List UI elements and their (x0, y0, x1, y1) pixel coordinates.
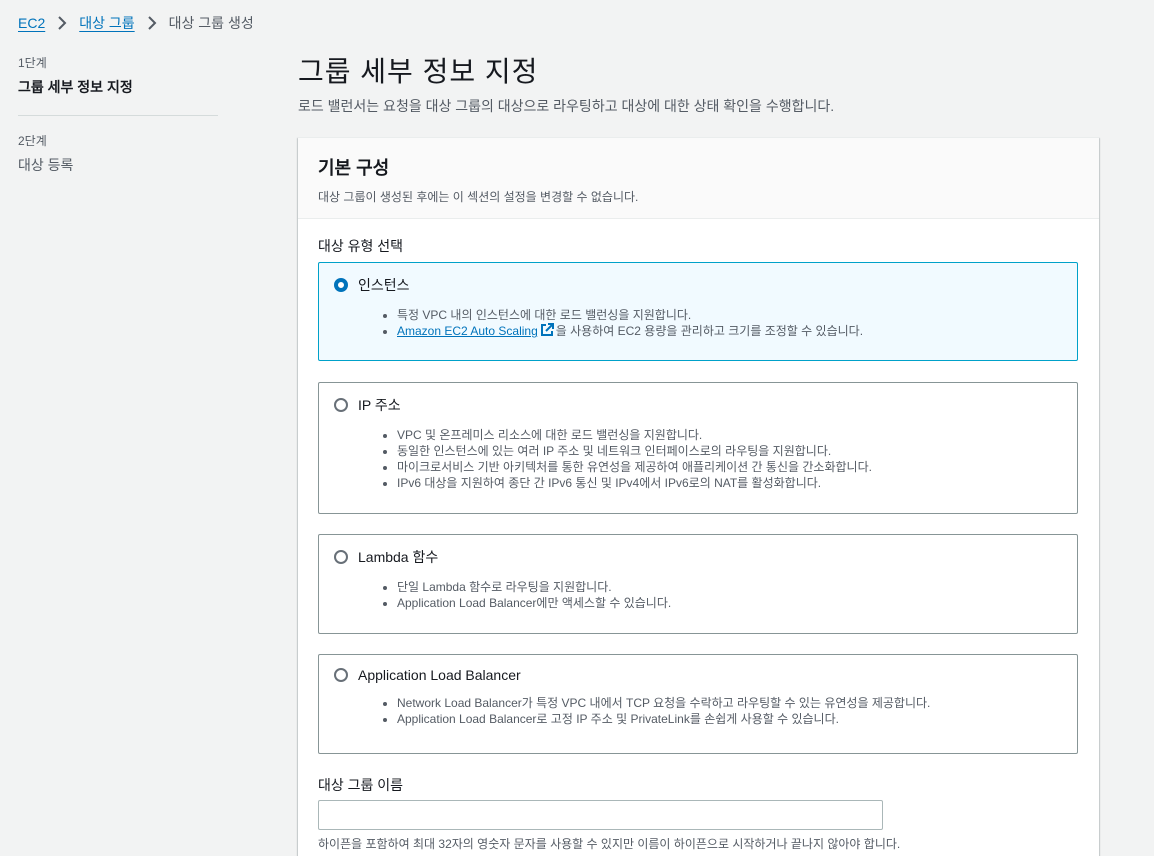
page-title: 그룹 세부 정보 지정 (298, 56, 539, 87)
panel-subtitle: 대상 그룹이 생성된 후에는 이 섹션의 설정을 변경할 수 없습니다. (318, 190, 639, 204)
panel-title: 기본 구성 (318, 158, 390, 178)
option-bullets: 특정 VPC 내의 인스턴스에 대한 로드 밸런싱을 지원합니다. Amazon… (397, 307, 1077, 341)
list-item: 마이크로서비스 기반 아키텍처를 통한 유연성을 제공하여 애플리케이션 간 통… (397, 459, 1077, 475)
list-item: VPC 및 온프레미스 리소스에 대한 로드 밸런싱을 지원합니다. (397, 427, 1077, 443)
external-link-icon (540, 323, 554, 341)
breadcrumb-current: 대상 그룹 생성 (168, 15, 254, 31)
list-item: 특정 VPC 내의 인스턴스에 대한 로드 밸런싱을 지원합니다. (397, 307, 1077, 323)
breadcrumb-link-ec2[interactable]: EC2 (18, 15, 45, 31)
list-item: 동일한 인스턴스에 있는 여러 IP 주소 및 네트워크 인터페이스로의 라우팅… (397, 443, 1077, 459)
list-item: IPv6 대상을 지원하여 종단 간 IPv6 통신 및 IPv4에서 IPv6… (397, 475, 1077, 491)
option-bullets: VPC 및 온프레미스 리소스에 대한 로드 밸런싱을 지원합니다. 동일한 인… (397, 427, 1077, 491)
option-lambda[interactable]: Lambda 함수 단일 Lambda 함수로 라우팅을 지원합니다. Appl… (318, 534, 1078, 634)
option-title: Lambda 함수 (358, 549, 439, 565)
wizard-steps: 1단계 그룹 세부 정보 지정 2단계 대상 등록 (18, 54, 218, 175)
radio-alb[interactable] (334, 668, 348, 682)
breadcrumb: EC2 대상 그룹 대상 그룹 생성 (18, 13, 254, 33)
target-group-name-hint: 하이픈을 포함하여 최대 32자의 영숫자 문자를 사용할 수 있지만 이름이 … (318, 837, 901, 851)
auto-scaling-link[interactable]: Amazon EC2 Auto Scaling (397, 324, 538, 338)
chevron-right-icon (57, 16, 67, 30)
link-bullet-rest: 을 사용하여 EC2 용량을 관리하고 크기를 조정할 수 있습니다. (555, 324, 864, 338)
option-title: Application Load Balancer (358, 667, 521, 683)
step-2: 2단계 대상 등록 (18, 132, 218, 175)
list-item: 단일 Lambda 함수로 라우팅을 지원합니다. (397, 579, 1077, 595)
breadcrumb-link-target-groups[interactable]: 대상 그룹 (79, 13, 134, 33)
list-item: Application Load Balancer에만 액세스할 수 있습니다. (397, 595, 1077, 611)
page-description: 로드 밸런서는 요청을 대상 그룹의 대상으로 라우팅하고 대상에 대한 상태 … (298, 98, 835, 114)
option-title: IP 주소 (358, 397, 401, 413)
list-item: Application Load Balancer로 고정 IP 주소 및 Pr… (397, 711, 1077, 727)
option-alb[interactable]: Application Load Balancer Network Load B… (318, 654, 1078, 754)
chevron-right-icon (147, 16, 157, 30)
panel-header: 기본 구성 대상 그룹이 생성된 후에는 이 섹션의 설정을 변경할 수 없습니… (298, 138, 1099, 219)
target-type-label: 대상 유형 선택 (318, 238, 404, 254)
option-bullets: Network Load Balancer가 특정 VPC 내에서 TCP 요청… (397, 695, 1077, 727)
target-group-name-label: 대상 그룹 이름 (318, 777, 404, 793)
step-1: 1단계 그룹 세부 정보 지정 (18, 54, 218, 97)
list-item: Amazon EC2 Auto Scaling 을 사용하여 EC2 용량을 관리… (397, 323, 1077, 341)
step-label: 1단계 (18, 56, 47, 70)
list-item: Network Load Balancer가 특정 VPC 내에서 TCP 요청… (397, 695, 1077, 711)
step-label: 2단계 (18, 134, 47, 148)
option-bullets: 단일 Lambda 함수로 라우팅을 지원합니다. Application Lo… (397, 579, 1077, 611)
step-name: 그룹 세부 정보 지정 (18, 79, 133, 95)
target-group-name-input[interactable] (318, 800, 883, 830)
radio-lambda[interactable] (334, 550, 348, 564)
radio-instances[interactable] (334, 278, 348, 292)
step-divider (18, 115, 218, 116)
step-name: 대상 등록 (18, 157, 74, 173)
option-ip-addresses[interactable]: IP 주소 VPC 및 온프레미스 리소스에 대한 로드 밸런싱을 지원합니다.… (318, 382, 1078, 514)
option-instances[interactable]: 인스턴스 특정 VPC 내의 인스턴스에 대한 로드 밸런싱을 지원합니다. A… (318, 262, 1078, 361)
option-title: 인스턴스 (358, 277, 410, 293)
basic-config-panel: 기본 구성 대상 그룹이 생성된 후에는 이 섹션의 설정을 변경할 수 없습니… (298, 137, 1099, 856)
radio-ip-addresses[interactable] (334, 398, 348, 412)
